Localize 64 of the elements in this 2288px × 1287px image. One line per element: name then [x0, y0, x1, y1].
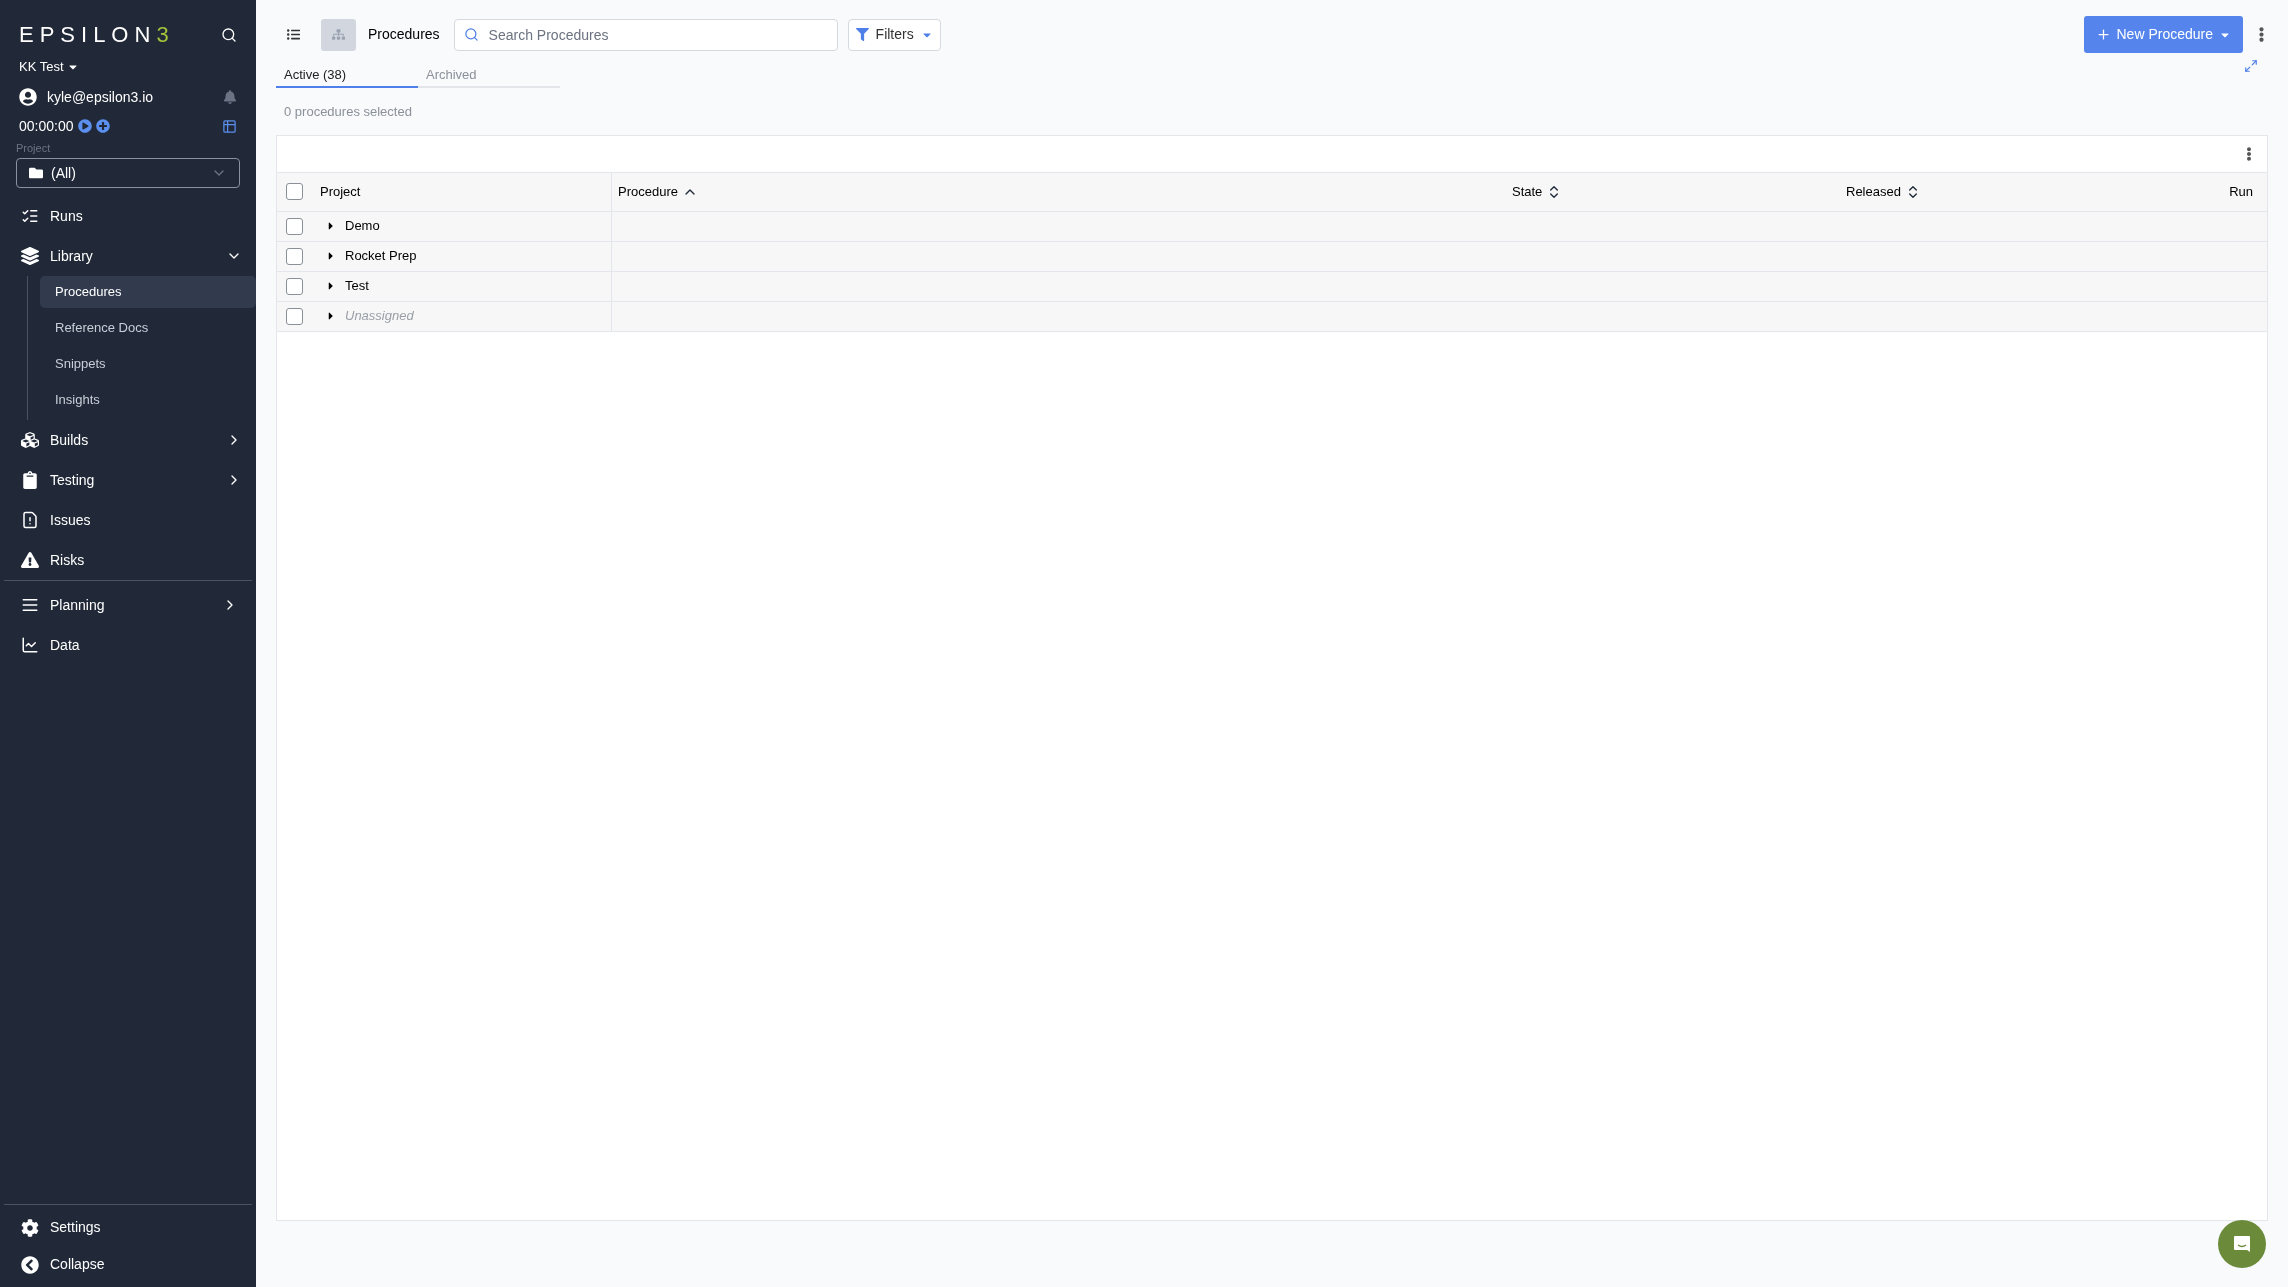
nav-item[interactable]: Library — [0, 236, 256, 276]
checkbox[interactable] — [286, 217, 303, 235]
checkbox[interactable] — [286, 247, 303, 265]
nav-item[interactable]: Testing — [0, 460, 256, 500]
lines-icon — [21, 596, 39, 614]
table-cell-text: Test — [345, 277, 369, 296]
add-icon[interactable] — [95, 119, 110, 133]
nav-item[interactable]: Issues — [0, 500, 256, 540]
filters-button[interactable]: Filters — [847, 18, 941, 51]
filter-icon — [855, 28, 869, 41]
collapse-icon — [21, 1255, 39, 1274]
column-header[interactable]: State — [1512, 181, 1543, 202]
nav-subitem[interactable]: Snippets — [40, 348, 256, 380]
nav-item[interactable]: Collapse — [4, 1246, 252, 1283]
clipboard-icon — [21, 471, 39, 489]
bell-icon[interactable] — [223, 90, 237, 104]
play-icon[interactable] — [77, 119, 92, 133]
folder-icon — [29, 166, 43, 180]
user-email[interactable]: kyle@epsilon3.io — [47, 86, 154, 108]
page-title: Procedures — [368, 25, 440, 44]
chat-icon — [2232, 1234, 2252, 1254]
file-warning-icon — [21, 511, 39, 529]
nav-item[interactable]: Risks — [0, 540, 256, 580]
list-icon — [287, 28, 300, 41]
table-cell-text: Rocket Prep — [345, 247, 417, 266]
table-cell-text: Unassigned — [345, 307, 414, 326]
nav-item[interactable]: Data — [4, 625, 252, 665]
warning-icon — [21, 551, 39, 569]
column-header[interactable]: Project — [320, 181, 361, 202]
nav-item[interactable]: Builds — [0, 420, 256, 460]
layers-icon — [21, 247, 39, 265]
table-cell-text: Demo — [345, 217, 380, 236]
nav-subitem[interactable]: Procedures — [40, 276, 256, 308]
expand-icon[interactable] — [2244, 59, 2258, 73]
nav-subitem[interactable]: Reference Docs — [40, 312, 256, 344]
checkbox[interactable] — [286, 183, 303, 200]
checkbox[interactable] — [286, 277, 303, 295]
project-select[interactable]: (All) — [16, 158, 240, 188]
search-icon — [463, 26, 479, 42]
nav-item[interactable]: Settings — [4, 1209, 252, 1246]
checkbox[interactable] — [286, 307, 303, 325]
new-procedure-button[interactable]: New Procedure — [2083, 16, 2243, 53]
checklist-icon — [21, 207, 39, 225]
user-avatar-icon — [19, 88, 37, 106]
search-field[interactable]: Search Procedures — [453, 18, 838, 51]
search-icon[interactable] — [221, 26, 237, 43]
column-header[interactable]: Procedure — [618, 181, 678, 202]
hierarchy-icon — [332, 28, 345, 41]
nav-item[interactable]: Runs — [0, 196, 256, 236]
timer: 00:00:00 — [19, 116, 74, 136]
chat-launcher[interactable] — [2218, 1220, 2266, 1268]
tab[interactable]: Active (38) — [276, 65, 418, 88]
selection-count: 0 procedures selected — [284, 103, 413, 121]
line-chart-icon — [21, 636, 39, 654]
nav-item[interactable]: Planning — [4, 585, 252, 625]
workspace-switcher[interactable]: KK Test — [19, 57, 79, 77]
project-label: Project — [15, 140, 52, 156]
grid-icon[interactable] — [222, 118, 237, 134]
column-header[interactable]: Run — [2229, 181, 2253, 202]
settings-icon — [21, 1218, 39, 1237]
nav-subitem[interactable]: Insights — [40, 384, 256, 416]
cubes-icon — [21, 431, 39, 449]
column-header[interactable]: Released — [1846, 181, 1901, 202]
plus-icon — [2095, 27, 2111, 42]
